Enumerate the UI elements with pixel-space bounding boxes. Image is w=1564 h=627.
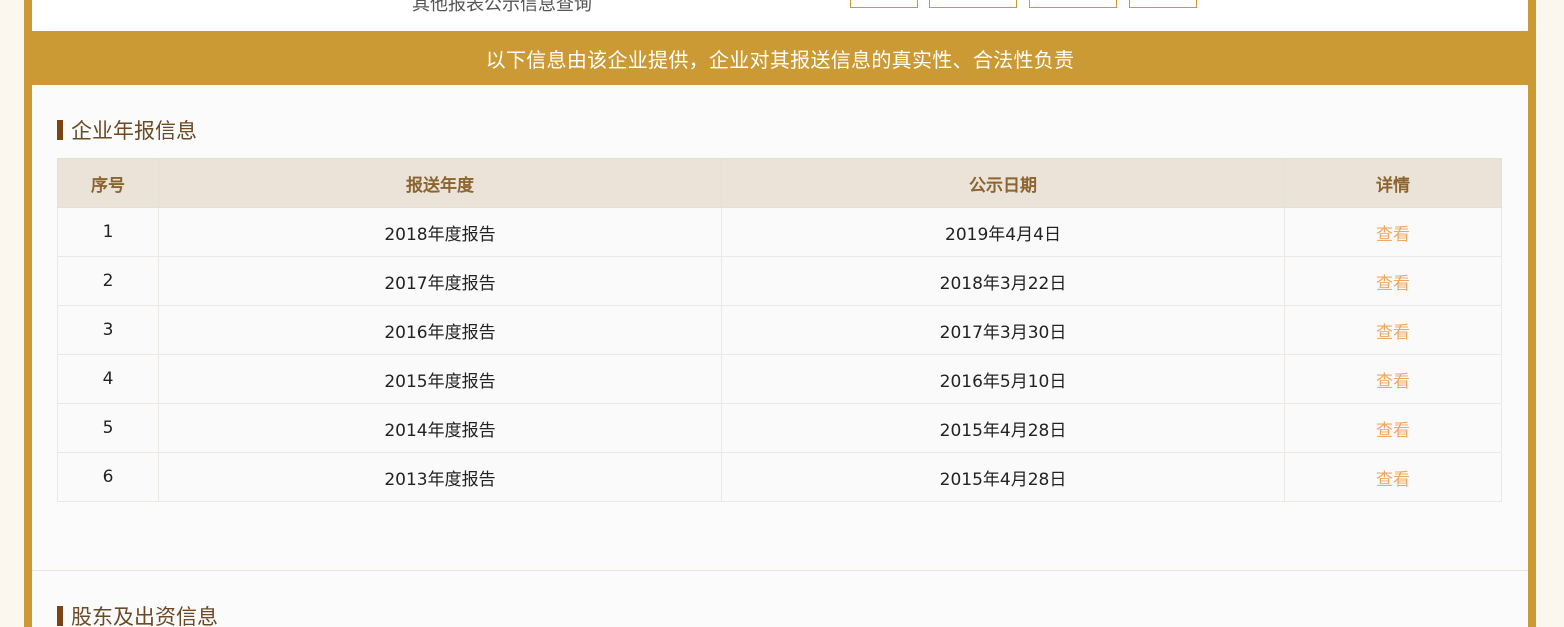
cell-date: 2019年4月4日 <box>721 207 1285 257</box>
view-link[interactable]: 查看 <box>1284 305 1502 355</box>
disclaimer-text: 以下信息由该企业提供，企业对其报送信息的真实性、合法性负责 <box>485 47 1075 72</box>
cell-index: 5 <box>57 403 159 453</box>
column-header-index: 序号 <box>57 158 159 208</box>
table-row: 2 2017年度报告 2018年3月22日 查看 <box>57 256 1502 306</box>
section-title-annual-report: 企业年报信息 <box>57 115 197 145</box>
table-row: 3 2016年度报告 2017年3月30日 查看 <box>57 305 1502 355</box>
cropped-button[interactable] <box>1029 0 1117 8</box>
column-header-year: 报送年度 <box>158 158 722 208</box>
cell-index: 1 <box>57 207 159 257</box>
view-link[interactable]: 查看 <box>1284 256 1502 306</box>
cell-year: 2015年度报告 <box>158 354 722 404</box>
cell-year: 2013年度报告 <box>158 452 722 502</box>
cell-date: 2016年5月10日 <box>721 354 1285 404</box>
table-header-row: 序号 报送年度 公示日期 详情 <box>57 158 1502 208</box>
section-divider <box>32 570 1528 571</box>
table-row: 1 2018年度报告 2019年4月4日 查看 <box>57 207 1502 257</box>
section-title-shareholders: 股东及出资信息 <box>57 601 218 627</box>
cell-index: 2 <box>57 256 159 306</box>
view-link[interactable]: 查看 <box>1284 403 1502 453</box>
section-title-text: 企业年报信息 <box>71 119 197 143</box>
table-row: 5 2014年度报告 2015年4月28日 查看 <box>57 403 1502 453</box>
cell-year: 2014年度报告 <box>158 403 722 453</box>
disclaimer-banner: 以下信息由该企业提供，企业对其报送信息的真实性、合法性负责 <box>32 31 1528 85</box>
cell-year: 2017年度报告 <box>158 256 722 306</box>
table-row: 4 2015年度报告 2016年5月10日 查看 <box>57 354 1502 404</box>
view-link[interactable]: 查看 <box>1284 354 1502 404</box>
cell-year: 2018年度报告 <box>158 207 722 257</box>
main-content: 企业年报信息 序号 报送年度 公示日期 详情 1 2018年度报告 2019年4… <box>32 85 1528 627</box>
annual-report-table: 序号 报送年度 公示日期 详情 1 2018年度报告 2019年4月4日 查看 … <box>57 158 1502 502</box>
section-title-text: 股东及出资信息 <box>71 605 218 627</box>
cell-index: 3 <box>57 305 159 355</box>
view-link[interactable]: 查看 <box>1284 452 1502 502</box>
cropped-button[interactable] <box>850 0 918 8</box>
cropped-button[interactable] <box>1129 0 1197 8</box>
cell-year: 2016年度报告 <box>158 305 722 355</box>
view-link[interactable]: 查看 <box>1284 207 1502 257</box>
top-area-cropped: 其他报表公示信息查询 <box>32 0 1528 31</box>
column-header-date: 公示日期 <box>721 158 1285 208</box>
table-row: 6 2013年度报告 2015年4月28日 查看 <box>57 452 1502 502</box>
cropped-text: 其他报表公示信息查询 <box>412 0 592 15</box>
cell-index: 6 <box>57 452 159 502</box>
cropped-button[interactable] <box>929 0 1017 8</box>
title-bar-marker <box>57 606 63 626</box>
cell-index: 4 <box>57 354 159 404</box>
title-bar-marker <box>57 120 63 140</box>
cell-date: 2015年4月28日 <box>721 452 1285 502</box>
cell-date: 2018年3月22日 <box>721 256 1285 306</box>
cell-date: 2017年3月30日 <box>721 305 1285 355</box>
cell-date: 2015年4月28日 <box>721 403 1285 453</box>
column-header-detail: 详情 <box>1284 158 1502 208</box>
